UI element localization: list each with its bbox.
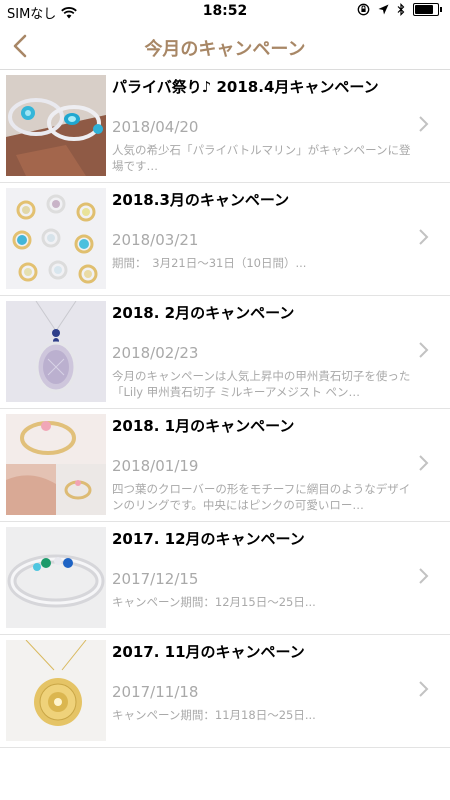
campaign-description: 人気の希少石「パライバトルマリン」がキャンペーンに登場です… xyxy=(112,143,411,173)
campaign-date: 2018/04/20 xyxy=(112,118,199,136)
campaign-date: 2017/11/18 xyxy=(112,683,199,701)
campaign-thumbnail xyxy=(6,301,106,402)
campaign-thumbnail xyxy=(6,527,106,628)
campaign-row[interactable]: パライバ祭り♪ 2018.4月キャンペーン 2018/04/20 人気の希少石「… xyxy=(0,70,450,183)
chevron-right-icon xyxy=(419,681,429,697)
campaign-list: パライバ祭り♪ 2018.4月キャンペーン 2018/04/20 人気の希少石「… xyxy=(0,70,450,748)
bluetooth-icon xyxy=(397,3,405,16)
rotation-lock-icon xyxy=(357,3,370,16)
campaign-date: 2018/03/21 xyxy=(112,231,199,249)
chevron-right-icon xyxy=(419,229,429,245)
campaign-thumbnail xyxy=(6,75,106,176)
campaign-date: 2017/12/15 xyxy=(112,570,199,588)
status-right xyxy=(357,3,442,16)
campaign-row[interactable]: 2018. 2月のキャンペーン 2018/02/23 今月のキャンペーンは人気上… xyxy=(0,296,450,409)
campaign-thumbnail xyxy=(6,414,106,515)
chevron-right-icon xyxy=(419,116,429,132)
campaign-title: 2018.3月のキャンペーン xyxy=(112,191,290,209)
campaign-row[interactable]: 2018. 1月のキャンペーン 2018/01/19 四つ葉のクローバーの形をモ… xyxy=(0,409,450,522)
nav-bar: 今月のキャンペーン xyxy=(0,24,450,70)
campaign-date: 2018/01/19 xyxy=(112,457,199,475)
location-icon xyxy=(378,4,389,15)
campaign-row[interactable]: 2017. 11月のキャンペーン 2017/11/18 キャンペーン期間：11月… xyxy=(0,635,450,748)
campaign-title: 2018. 2月のキャンペーン xyxy=(112,304,295,322)
campaign-title: パライバ祭り♪ 2018.4月キャンペーン xyxy=(112,78,379,96)
campaign-thumbnail xyxy=(6,188,106,289)
campaign-description: 期間： 3月21日〜31日（10日間）... xyxy=(112,256,307,270)
campaign-title: 2017. 11月のキャンペーン xyxy=(112,643,305,661)
battery-tip xyxy=(440,7,442,12)
campaign-description: 今月のキャンペーンは人気上昇中の甲州貴石切子を使った「Lily 甲州貴石切子 ミ… xyxy=(112,369,411,399)
campaign-title: 2018. 1月のキャンペーン xyxy=(112,417,295,435)
chevron-right-icon xyxy=(419,342,429,358)
chevron-right-icon xyxy=(419,568,429,584)
page-title: 今月のキャンペーン xyxy=(144,39,306,60)
battery-icon xyxy=(413,3,439,16)
campaign-date: 2018/02/23 xyxy=(112,344,199,362)
campaign-thumbnail xyxy=(6,640,106,741)
campaign-title: 2017. 12月のキャンペーン xyxy=(112,530,305,548)
chevron-right-icon xyxy=(419,455,429,471)
status-bar: SIMなし 18:52 xyxy=(0,0,450,24)
campaign-description: キャンペーン期間：12月15日〜25日... xyxy=(112,595,316,609)
campaign-row[interactable]: 2018.3月のキャンペーン 2018/03/21 期間： 3月21日〜31日（… xyxy=(0,183,450,296)
campaign-description: キャンペーン期間：11月18日〜25日... xyxy=(112,708,316,722)
campaign-row[interactable]: 2017. 12月のキャンペーン 2017/12/15 キャンペーン期間：12月… xyxy=(0,522,450,635)
campaign-description: 四つ葉のクローバーの形をモチーフに網目のようなデザインのリングです。中央にはピン… xyxy=(112,482,411,512)
